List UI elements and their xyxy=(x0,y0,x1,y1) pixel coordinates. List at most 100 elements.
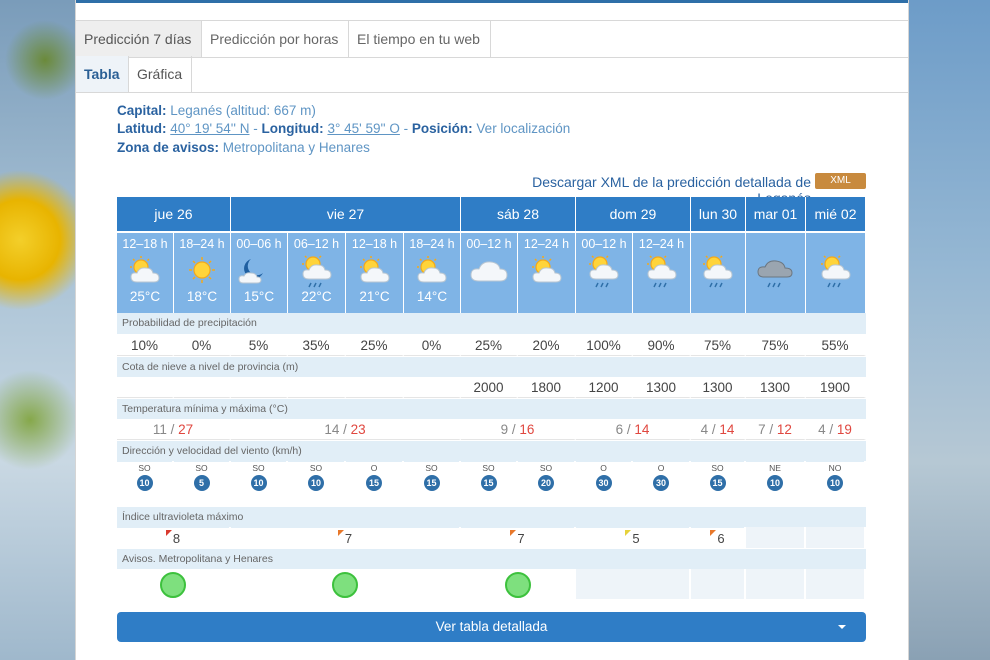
slot-temperature: 21°C xyxy=(359,289,390,304)
temp-min-max: 9 / 16 xyxy=(461,419,576,440)
green-warning-icon[interactable] xyxy=(332,572,358,598)
coords-line: Latitud: 40° 19' 54'' N - Longitud: 3° 4… xyxy=(117,121,570,136)
green-warning-icon[interactable] xyxy=(504,572,531,598)
temp-min: 7 xyxy=(758,422,766,437)
separator: / xyxy=(711,422,716,437)
forecast-slot: 06–12 h 22°C xyxy=(288,233,346,313)
slot-temperature: 14°C xyxy=(416,289,448,304)
uv-value: 8 xyxy=(172,531,181,546)
warning-cell xyxy=(117,569,231,599)
warning-cell xyxy=(746,569,806,599)
uv-value: 7 xyxy=(517,531,525,546)
snow-level-value: 1300 xyxy=(691,377,746,398)
temp-max: 16 xyxy=(519,422,535,437)
slot-time: 18–24 h xyxy=(409,237,455,251)
sun-cloud-icon xyxy=(123,255,167,285)
wind-cell: O 30 xyxy=(576,461,633,503)
wind-direction: SO xyxy=(711,463,724,473)
forecast-slot: 18–24 h 18°C xyxy=(174,233,231,313)
temp-max: 19 xyxy=(836,422,852,437)
separator: / xyxy=(829,422,834,437)
uv-flag-icon xyxy=(510,530,517,536)
wind-direction: SO xyxy=(195,463,208,473)
day-header: jue 26 xyxy=(117,197,231,231)
uv-index: 6 xyxy=(691,527,746,548)
moon-cloud-icon xyxy=(237,255,281,285)
separator: / xyxy=(170,422,175,437)
uv-flag-icon xyxy=(165,530,172,536)
separator: - xyxy=(399,121,412,136)
forecast-slot: 12–24 h xyxy=(633,233,691,313)
day-header: mar 01 xyxy=(746,197,806,231)
slot-temperature: 25°C xyxy=(129,289,161,304)
slot-time: 00–06 h xyxy=(236,237,282,251)
slot-time: 12–24 h xyxy=(523,237,570,251)
temp-min-max: 4 / 14 xyxy=(691,419,746,440)
snow-level-value: 1200 xyxy=(576,377,633,398)
forecast-slot: 12–18 h 21°C xyxy=(346,233,404,313)
temp-max: 23 xyxy=(350,422,366,437)
wind-direction: O xyxy=(370,463,378,473)
wind-cell: SO 5 xyxy=(174,461,231,503)
sun-cloud-rain-icon xyxy=(814,253,858,288)
chevron-down-icon xyxy=(838,625,846,629)
temp-min-max: 6 / 14 xyxy=(576,419,691,440)
warning-cell xyxy=(231,569,461,599)
separator: / xyxy=(626,422,631,437)
dark-cloud-rain-icon xyxy=(754,255,798,288)
green-warning-icon[interactable] xyxy=(160,572,186,598)
wind-speed-badge: 10 xyxy=(827,475,843,491)
slot-temperature: 18°C xyxy=(186,289,218,304)
warning-cell xyxy=(576,569,691,599)
detailed-table-button[interactable]: Ver tabla detallada xyxy=(117,612,866,642)
pos-label: Posición: xyxy=(411,121,473,136)
temp-max: 14 xyxy=(634,422,650,437)
tab-widget[interactable]: El tiempo en tu web xyxy=(349,21,491,57)
tab-chart[interactable]: Gráfica xyxy=(129,56,192,92)
uv-index xyxy=(806,527,866,548)
uv-value: 7 xyxy=(344,531,353,546)
top-accent-bar xyxy=(76,0,908,3)
day-header: sáb 28 xyxy=(461,197,576,231)
wind-direction: NE xyxy=(769,463,781,473)
wind-speed-badge: 30 xyxy=(595,475,612,491)
lat-label: Latitud: xyxy=(117,121,167,136)
snow-level-value xyxy=(404,377,461,398)
temp-min: 9 xyxy=(500,422,509,437)
section-snow: Cota de nieve a nivel de provincia (m) xyxy=(117,357,866,378)
wind-speed-badge: 10 xyxy=(308,475,324,491)
location-link[interactable]: Ver localización xyxy=(476,121,570,136)
uv-index: 5 xyxy=(576,527,691,548)
xml-badge[interactable]: XML xyxy=(815,173,866,189)
wind-speed-badge: 10 xyxy=(136,475,153,491)
slot-time: 00–12 h xyxy=(466,237,512,251)
warning-cell xyxy=(691,569,746,599)
tab-table[interactable]: Tabla xyxy=(76,56,129,92)
day-header: lun 30 xyxy=(691,197,746,231)
section-avisos: Avisos. Metropolitana y Henares xyxy=(117,549,866,570)
warning-cell xyxy=(461,569,576,599)
wind-speed-badge: 15 xyxy=(480,475,497,491)
uv-index xyxy=(746,527,806,548)
tab-hourly[interactable]: Predicción por horas xyxy=(202,21,349,57)
sun-cloud-rain-icon xyxy=(295,253,339,288)
separator: / xyxy=(343,422,347,437)
day-header: mié 02 xyxy=(806,197,866,231)
uv-index: 7 xyxy=(231,527,461,548)
view-tabs: Tabla Gráfica xyxy=(76,56,908,93)
snow-level-value xyxy=(288,377,346,398)
wind-speed-badge: 10 xyxy=(767,475,783,491)
forecast-slot: 12–24 h xyxy=(518,233,576,313)
wind-cell: NO 10 xyxy=(806,461,866,503)
precip-value: 5% xyxy=(231,335,288,356)
wind-direction: SO xyxy=(539,463,553,473)
forecast-slot xyxy=(806,233,866,313)
slot-time: 06–12 h xyxy=(293,237,340,251)
lat-link[interactable]: 40° 19' 54'' N xyxy=(170,121,249,136)
forecast-panel: Predicción 7 días Predicción por horas E… xyxy=(75,0,909,660)
lon-link[interactable]: 3° 45' 59'' O xyxy=(327,121,399,136)
forecast-slot xyxy=(691,233,746,313)
temp-max: 14 xyxy=(719,422,735,437)
tab-7-days[interactable]: Predicción 7 días xyxy=(76,21,202,57)
slot-time: 12–18 h xyxy=(351,237,398,251)
